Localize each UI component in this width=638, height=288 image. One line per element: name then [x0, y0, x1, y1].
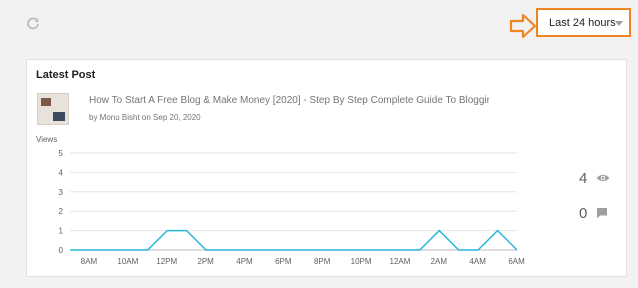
caret-down-icon — [615, 21, 623, 26]
views-chart: 0 1 2 3 4 5 8AM 10AM 12PM 2PM 4PM 6PM 8PM 10PM 12AM 2A… — [36, 135, 525, 266]
comment-icon — [597, 208, 607, 219]
x-tick-label: 12AM — [390, 257, 411, 266]
y-tick-label: 2 — [59, 207, 64, 216]
views-count: 4 — [579, 170, 588, 187]
arrow-right-icon — [509, 13, 537, 39]
x-tick-label: 2AM — [431, 257, 448, 266]
x-tick-label: 8AM — [81, 257, 98, 266]
comments-count: 0 — [579, 205, 588, 222]
x-tick-label: 8PM — [314, 257, 331, 266]
y-tick-label: 5 — [59, 149, 64, 158]
refresh-icon[interactable] — [26, 17, 40, 31]
y-tick-label: 1 — [59, 227, 64, 236]
eye-icon — [596, 174, 610, 182]
x-tick-label: 6AM — [508, 257, 525, 266]
time-range-select[interactable]: Last 24 hours — [536, 8, 631, 37]
y-tick-label: 3 — [59, 188, 64, 197]
x-tick-label: 2PM — [197, 257, 214, 266]
latest-post-card: Latest Post How To Start A Free Blog & M… — [26, 59, 627, 277]
x-tick-label: 4PM — [236, 257, 253, 266]
x-tick-label: 4AM — [469, 257, 486, 266]
y-axis-label: Views — [36, 135, 57, 144]
x-tick-label: 10AM — [117, 257, 138, 266]
time-range-label: Last 24 hours — [549, 16, 616, 29]
x-tick-label: 12PM — [156, 257, 177, 266]
x-tick-label: 6PM — [275, 257, 292, 266]
y-tick-label: 0 — [59, 246, 64, 255]
x-tick-label: 10PM — [351, 257, 372, 266]
y-tick-label: 4 — [59, 168, 64, 177]
series-line — [70, 229, 518, 251]
